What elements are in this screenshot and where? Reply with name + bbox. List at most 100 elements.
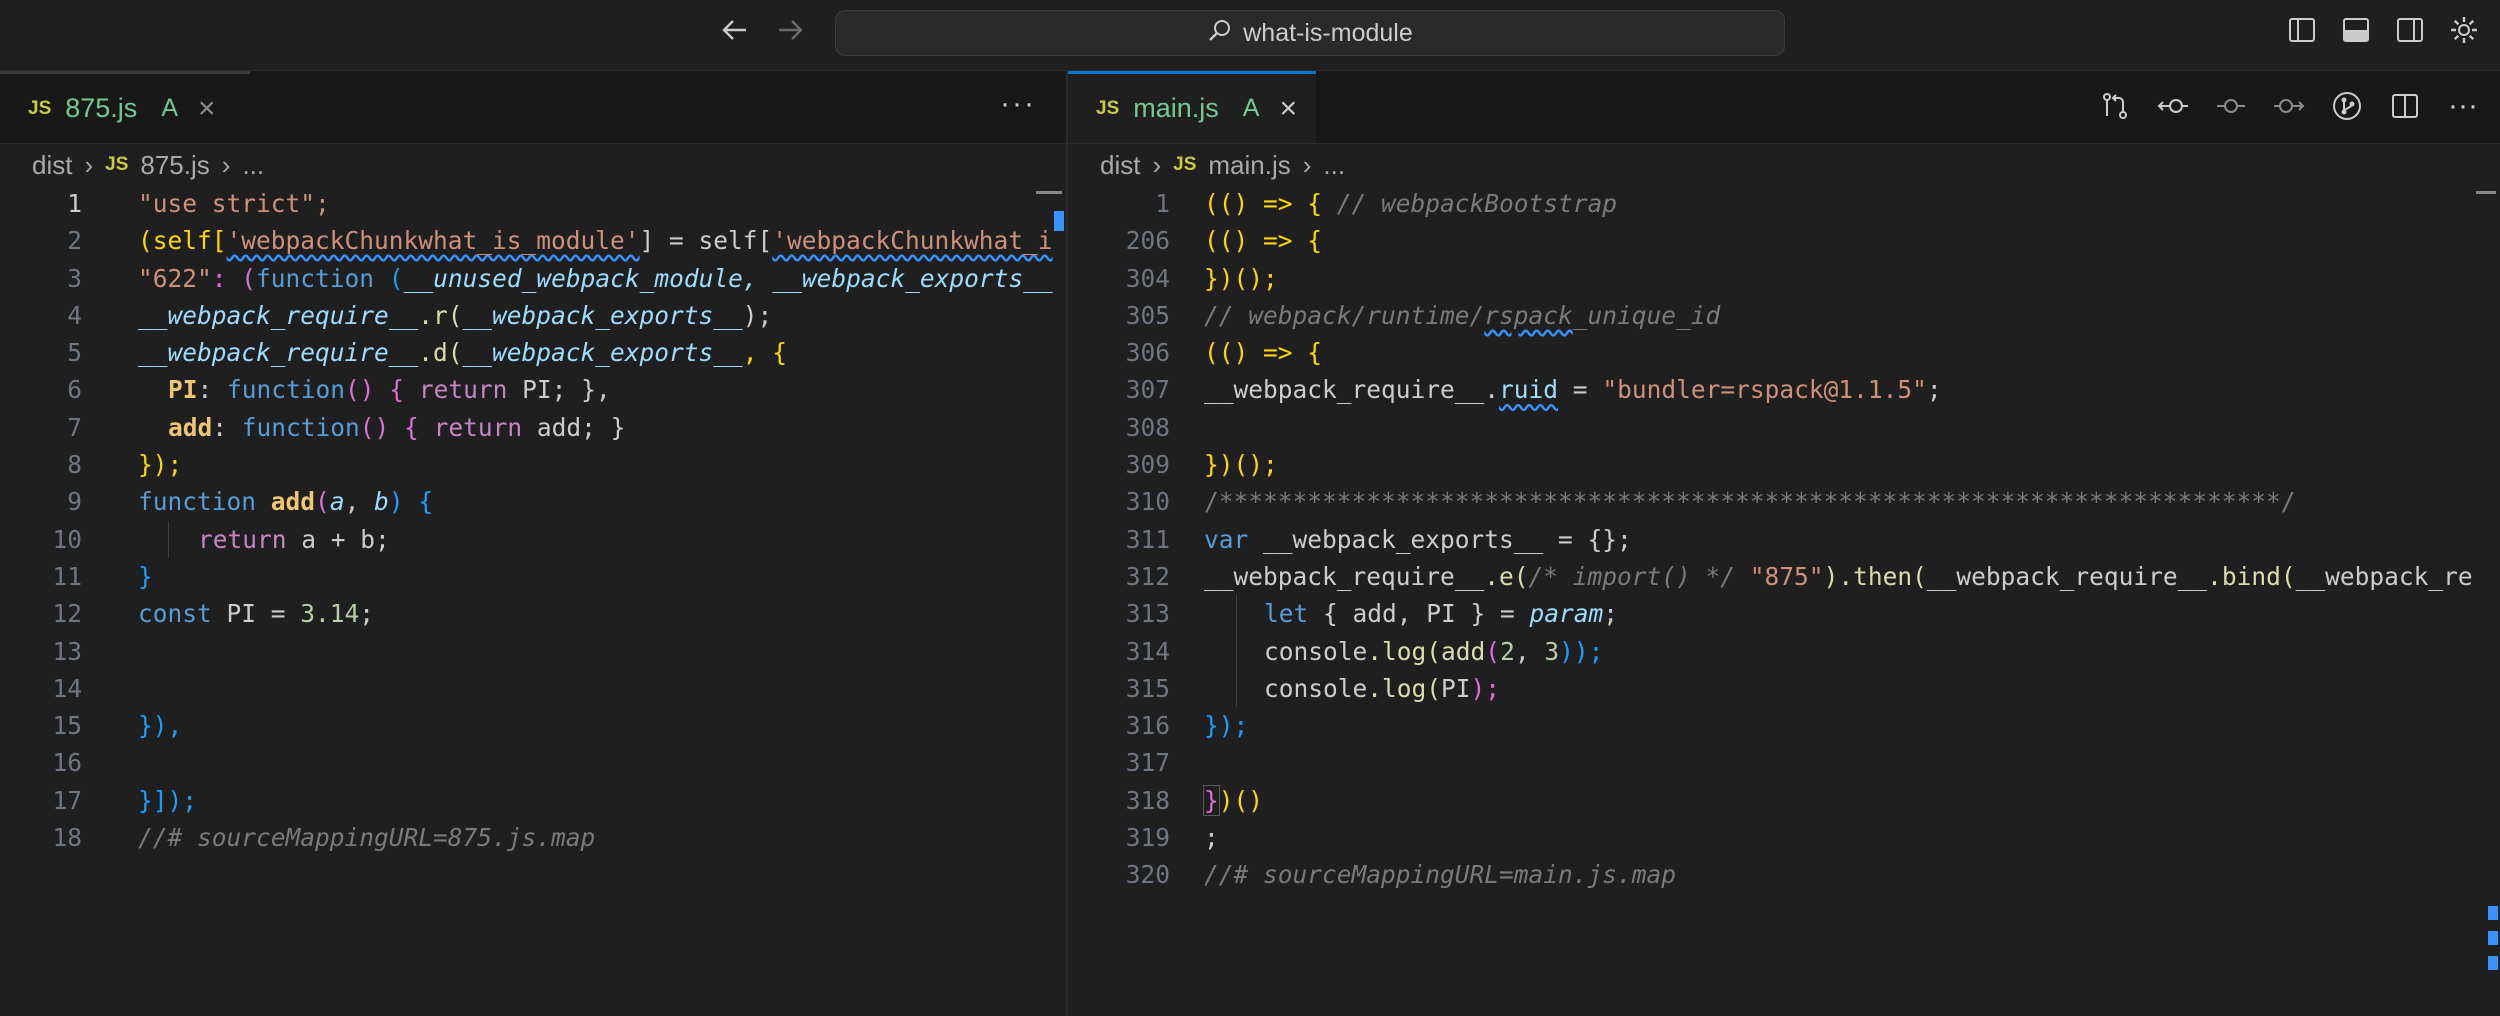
code-line: 306(() => { [1068,334,2500,371]
line-number: 313 [1125,599,1170,629]
line-number: 308 [1125,412,1170,442]
javascript-file-icon: JS [28,97,52,119]
line-number: 315 [1125,673,1170,703]
code-editor[interactable]: 1(() => { // webpackBootstrap 206(() => … [1068,185,2500,894]
line-number: 9 [67,487,82,517]
compare-changes-icon[interactable] [2098,89,2132,123]
javascript-file-icon: JS [105,154,129,175]
code-line: 11} [0,558,1066,595]
toggle-primary-sidebar-icon[interactable] [2286,14,2318,46]
code-line: 14 [0,670,1066,707]
code-line: 315 console.log(PI); [1068,669,2500,708]
line-number: 317 [1125,748,1170,778]
line-number: 18 [52,823,82,853]
tab-main-js[interactable]: JS main.js A × [1068,71,1316,143]
git-status-added: A [161,94,178,122]
more-actions-icon[interactable]: ··· [1000,87,1036,121]
code-line: 316}); [1068,707,2500,744]
arrow-left-icon[interactable] [715,14,755,54]
code-line: 308 [1068,409,2500,446]
code-line: 317 [1068,744,2500,781]
breadcrumb-file[interactable]: main.js [1208,150,1290,181]
tab-875-js[interactable]: JS 875.js A × [0,71,250,143]
close-icon[interactable]: × [1279,92,1297,126]
code-line: 2 (self['webpackChunkwhat_is_module'] = s… [0,222,1066,259]
code-line: 320//# sourceMappingURL=main.js.map [1068,856,2500,893]
line-number: 5 [67,338,82,368]
line-number: 8 [67,450,82,480]
toggle-panel-icon[interactable] [2340,14,2372,46]
command-center-search[interactable]: what-is-module [835,10,1785,56]
line-number: 3 [67,263,82,293]
line-number: 16 [52,748,82,778]
code-line: 13 [0,633,1066,670]
tab-label: main.js [1133,93,1219,123]
code-line: 304})(); [1068,260,2500,297]
breadcrumb-symbols[interactable]: ... [242,150,264,181]
settings-gear-icon[interactable] [2448,14,2480,46]
code-line: 7 add: function() { return add; } [0,409,1066,446]
code-line: 312 __webpack_require__.e(/* import() */ … [1068,558,2500,595]
go-to-change-icon[interactable] [2214,89,2248,123]
line-number: 206 [1125,226,1170,256]
code-line: 8}); [0,446,1066,483]
line-number: 1 [67,189,82,218]
code-editor[interactable]: 1 "use strict"; 2 (self['webpackChunkwhat_… [0,185,1066,856]
line-number: 6 [67,375,82,405]
chevron-right-icon: › [1152,149,1162,180]
go-previous-change-icon[interactable] [2156,89,2190,123]
line-number: 309 [1125,450,1170,480]
git-status-added: A [1242,94,1260,122]
code-line: 10 return a + b; [0,520,1066,558]
close-icon[interactable]: × [198,92,216,126]
code-line: 307 __webpack_require__.ruid = "bundler=r… [1068,371,2500,408]
code-line: 305// webpack/runtime/rspack_unique_id [1068,297,2500,334]
toggle-secondary-sidebar-icon[interactable] [2394,14,2426,46]
minimap-slider[interactable] [1036,191,1062,194]
line-number: 4 [67,300,82,330]
code-line: 12 const PI = 3.14; [0,595,1066,632]
line-number: 310 [1125,487,1170,517]
search-icon [1207,18,1233,49]
line-number: 2 [67,226,82,256]
tab-bar: JS 875.js A × ··· [0,71,1066,144]
line-number: 314 [1125,636,1170,666]
code-line: 1(() => { // webpackBootstrap [1068,185,2500,222]
code-line: 313 let { add, PI } = param; [1068,595,2500,633]
split-editor-icon[interactable] [2388,89,2422,123]
go-next-change-icon[interactable] [2272,89,2306,123]
code-line: 4 __webpack_require__.r(__webpack_exports… [0,297,1066,334]
line-number: 307 [1125,375,1170,405]
line-number: 312 [1125,561,1170,591]
code-line: 9 function add(a, b) { [0,483,1066,520]
line-number: 7 [67,412,82,442]
code-line: 309})(); [1068,446,2500,483]
workspace-name: what-is-module [1243,18,1413,47]
code-line: 310/************************************… [1068,483,2500,520]
editor-group-left: JS 875.js A × ··· dist › JS 875.js › ...… [0,71,1068,1016]
more-actions-icon[interactable]: ··· [2446,89,2480,123]
code-line: 17}]); [0,782,1066,819]
minimap-slider[interactable] [2476,191,2496,194]
overview-ruler-marker [2488,956,2498,970]
breadcrumb-file[interactable]: 875.js [140,150,209,181]
tab-bar: JS main.js A × ··· [1068,71,2500,144]
overview-ruler-marker [2488,931,2498,945]
line-number: 319 [1125,823,1170,853]
code-line: 206(() => { [1068,222,2500,259]
line-number: 311 [1125,524,1170,554]
breadcrumb: dist › JS 875.js › ... [32,147,264,183]
breadcrumb-folder[interactable]: dist [1100,150,1140,181]
line-number: 305 [1125,300,1170,330]
breadcrumb-symbols[interactable]: ... [1323,150,1345,181]
code-line: 319; [1068,819,2500,856]
line-number: 12 [52,599,82,629]
line-number: 304 [1125,263,1170,293]
editor-group-right: JS main.js A × ··· dist › JS main.js › .… [1068,71,2500,1016]
javascript-file-icon: JS [1096,97,1120,119]
code-line: 5 __webpack_require__.d(__webpack_exports… [0,334,1066,371]
arrow-right-icon[interactable] [770,14,810,54]
open-timeline-icon[interactable] [2330,89,2364,123]
breadcrumb-folder[interactable]: dist [32,150,72,181]
code-line: 6 PI: function() { return PI; }, [0,371,1066,408]
